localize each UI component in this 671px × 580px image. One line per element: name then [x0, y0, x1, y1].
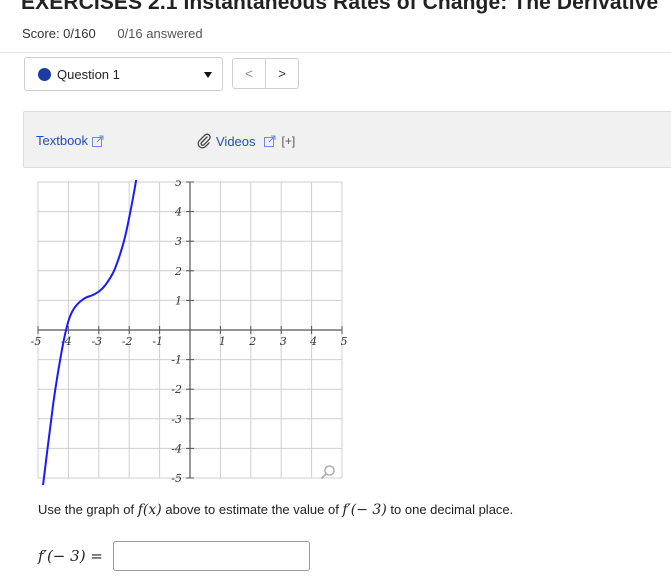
graph-tick-labels: -5 -4 -3 -2 -1 1 2 3 4 554321-1-2-3-4-5	[31, 180, 348, 485]
question-prompt: Use the graph of f(x) above to estimate …	[38, 502, 513, 518]
x-tick-label: 1	[219, 335, 226, 348]
answer-label: f′(− 3) =	[38, 547, 103, 565]
zoom-magnifier-icon[interactable]	[320, 464, 336, 480]
function-graph: -5 -4 -3 -2 -1 1 2 3 4 554321-1-2-3-4-5	[31, 180, 348, 485]
videos-expand-toggle[interactable]: [+]	[282, 134, 296, 148]
x-tick-label: 5	[341, 335, 348, 348]
y-tick-label: 4	[174, 206, 182, 219]
header-divider	[0, 52, 671, 53]
question-select-label: Question 1	[57, 66, 120, 82]
external-link-icon	[92, 135, 104, 147]
help-bar: Textbook Videos [+]	[23, 111, 671, 168]
y-tick-label: -2	[171, 383, 182, 396]
y-tick-label: -5	[171, 472, 182, 485]
videos-link[interactable]: Videos [+]	[196, 133, 295, 149]
x-tick-label: 4	[309, 335, 317, 348]
prompt-text-1: Use the graph of	[38, 502, 138, 517]
external-link-icon	[263, 135, 276, 147]
score-text: Score: 0/160	[22, 26, 96, 41]
x-tick-label: -1	[152, 335, 163, 348]
function-expression: f(x)	[137, 502, 162, 518]
y-tick-label: -1	[171, 354, 182, 367]
page-title: EXERCISES 2.1 Instantaneous Rates of Cha…	[21, 0, 659, 14]
y-tick-label: 1	[175, 294, 182, 307]
y-tick-label: 3	[175, 235, 182, 248]
y-tick-label: 2	[174, 265, 182, 278]
previous-question-button[interactable]: <	[232, 58, 266, 89]
paperclip-icon	[197, 133, 211, 149]
x-tick-label: -2	[122, 335, 133, 348]
question-status-dot	[38, 67, 51, 81]
derivative-expression: f′(− 3)	[342, 502, 387, 518]
textbook-link[interactable]: Textbook	[36, 133, 104, 148]
videos-label: Videos	[216, 133, 256, 149]
textbook-label: Textbook	[36, 133, 89, 148]
answer-row: f′(− 3) =	[38, 541, 310, 571]
x-tick-label: 2	[248, 335, 256, 348]
function-curve	[42, 180, 138, 485]
x-tick-label: -3	[91, 335, 102, 348]
y-tick-label: -4	[171, 442, 182, 455]
y-tick-label: 5	[175, 180, 182, 189]
next-question-button[interactable]: >	[265, 58, 299, 89]
x-tick-label: -5	[31, 335, 42, 348]
score-line: Score: 0/160 0/16 answered	[22, 26, 203, 41]
answered-count: 0/16 answered	[117, 26, 203, 41]
prompt-text-3: to one decimal place.	[386, 502, 514, 517]
prompt-text-2: above to estimate the value of	[161, 502, 343, 517]
y-tick-label: -3	[171, 413, 182, 426]
chevron-down-icon	[204, 72, 212, 78]
graph-axes	[37, 181, 343, 479]
x-tick-label: 3	[280, 335, 287, 348]
question-select[interactable]: Question 1	[24, 57, 223, 91]
answer-input[interactable]	[112, 541, 310, 571]
